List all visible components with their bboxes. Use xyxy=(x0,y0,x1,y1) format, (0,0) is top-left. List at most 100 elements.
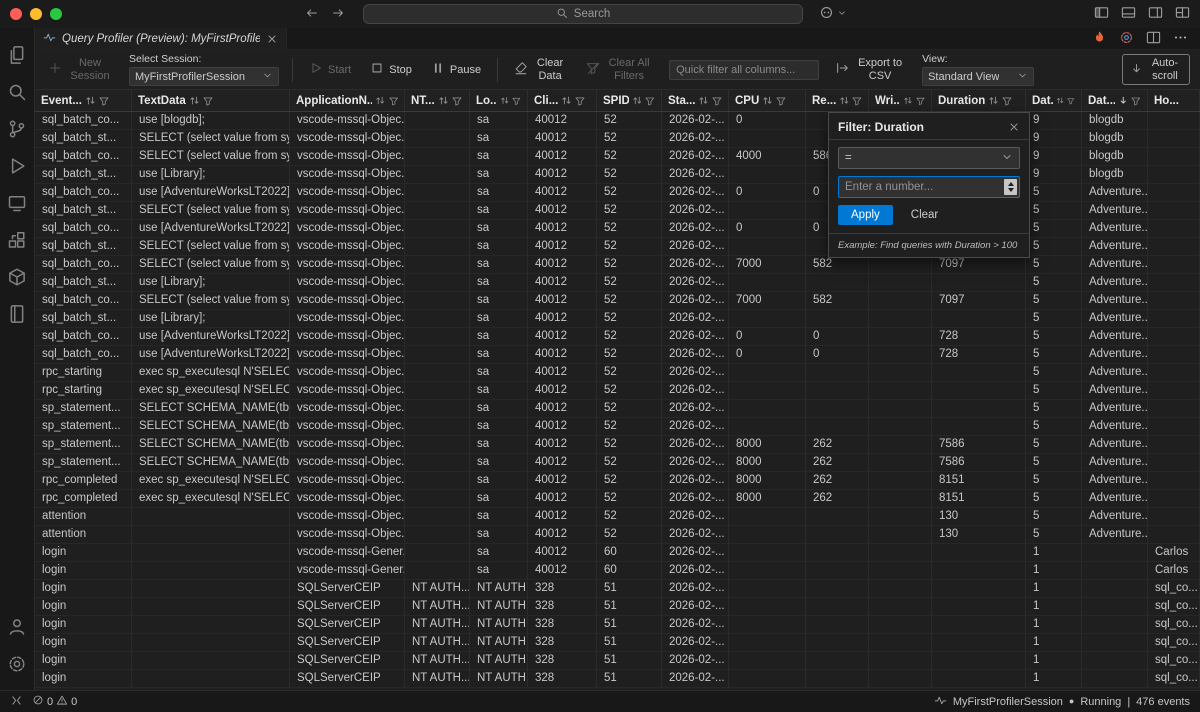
column-header-8[interactable]: CPU xyxy=(729,90,806,111)
stop-button[interactable]: Stop xyxy=(367,59,415,80)
table-row[interactable]: loginSQLServerCEIPNT AUTH...NT AUTH...32… xyxy=(35,652,1200,670)
view-select[interactable]: Standard View xyxy=(922,67,1034,86)
start-button[interactable]: Start xyxy=(306,59,354,80)
extension-gear-button[interactable] xyxy=(1119,30,1134,48)
tab-query-profiler[interactable]: Query Profiler (Preview): MyFirstProfile… xyxy=(35,28,287,49)
table-row[interactable]: loginSQLServerCEIPNT AUTH...NT AUTH...32… xyxy=(35,580,1200,598)
copilot-menu[interactable] xyxy=(819,5,847,23)
zoom-window-button[interactable] xyxy=(50,8,62,20)
filter-funnel-icon[interactable] xyxy=(1002,96,1012,106)
clear-button[interactable]: Clear xyxy=(903,205,946,225)
filter-funnel-icon[interactable] xyxy=(389,96,398,106)
number-spinner[interactable] xyxy=(1004,179,1017,195)
clear-all-filters-button[interactable]: Clear All Filters xyxy=(583,55,656,85)
problems-status[interactable]: 0 0 xyxy=(32,694,77,709)
remote-indicator[interactable] xyxy=(10,694,23,710)
export-csv-button[interactable]: Export to CSV xyxy=(832,55,909,85)
quick-filter-input[interactable] xyxy=(669,60,819,80)
table-row[interactable]: sp_statement...SELECT SCHEMA_NAME(tbl.sc… xyxy=(35,418,1200,436)
filter-value-input[interactable] xyxy=(839,181,1002,193)
column-header-5[interactable]: Cli... xyxy=(528,90,597,111)
table-row[interactable]: sql_batch_co...use [AdventureWorksLT2022… xyxy=(35,328,1200,346)
search-button[interactable] xyxy=(0,75,35,112)
toggle-primary-sidebar-button[interactable] xyxy=(1094,5,1109,23)
table-row[interactable]: loginSQLServerCEIPNT AUTH...NT AUTH...32… xyxy=(35,634,1200,652)
table-row[interactable]: loginSQLServerCEIPNT AUTH...NT AUTH...32… xyxy=(35,616,1200,634)
table-row[interactable]: sql_batch_st...use [Library];vscode-mssq… xyxy=(35,274,1200,292)
filter-funnel-icon[interactable] xyxy=(852,96,862,106)
table-row[interactable]: loginSQLServerCEIPNT AUTH...NT AUTH...32… xyxy=(35,598,1200,616)
notebooks-button[interactable] xyxy=(0,297,35,334)
customize-layout-button[interactable] xyxy=(1175,5,1190,23)
table-row[interactable]: sp_statement...SELECT SCHEMA_NAME(tbl.sc… xyxy=(35,454,1200,472)
filter-funnel-icon[interactable] xyxy=(712,96,722,106)
column-header-12[interactable]: Dat... xyxy=(1026,90,1082,111)
table-row[interactable]: attentionvscode-mssql-Objec...sa40012522… xyxy=(35,508,1200,526)
table-row[interactable]: loginSQLServerCEIPNT AUTH...NT AUTH...32… xyxy=(35,670,1200,688)
session-select[interactable]: MyFirstProfilerSession xyxy=(129,67,279,86)
table-row[interactable]: sql_batch_co...SELECT (select value from… xyxy=(35,292,1200,310)
filter-funnel-icon[interactable] xyxy=(645,96,655,106)
settings-gear-button[interactable] xyxy=(0,647,35,684)
forward-icon[interactable] xyxy=(331,6,345,23)
table-row[interactable]: loginvscode-mssql-Gener...sa40012602026-… xyxy=(35,562,1200,580)
filter-funnel-icon[interactable] xyxy=(512,96,521,106)
table-row[interactable]: attentionvscode-mssql-Objec...sa40012522… xyxy=(35,526,1200,544)
column-header-6[interactable]: SPID xyxy=(597,90,662,111)
clear-data-button[interactable]: Clear Data xyxy=(511,55,570,85)
more-actions-button[interactable] xyxy=(1173,30,1188,48)
table-row[interactable]: rpc_startingexec sp_executesql N'SELECT … xyxy=(35,364,1200,382)
command-center-search[interactable]: Search xyxy=(363,4,803,24)
column-header-9[interactable]: Re... xyxy=(806,90,869,111)
filter-funnel-icon[interactable] xyxy=(776,96,786,106)
table-row[interactable]: sql_batch_co...SELECT (select value from… xyxy=(35,256,1200,274)
column-header-11[interactable]: Duration xyxy=(932,90,1026,111)
filter-funnel-icon[interactable] xyxy=(1067,96,1075,106)
database-projects-button[interactable] xyxy=(0,260,35,297)
apply-button[interactable]: Apply xyxy=(838,205,893,225)
toggle-panel-button[interactable] xyxy=(1121,5,1136,23)
remote-explorer-button[interactable] xyxy=(0,186,35,223)
account-button[interactable] xyxy=(0,610,35,647)
close-window-button[interactable] xyxy=(10,8,22,20)
filter-funnel-icon[interactable] xyxy=(452,96,462,106)
filter-funnel-icon[interactable] xyxy=(916,96,925,106)
back-icon[interactable] xyxy=(305,6,319,23)
filter-funnel-icon[interactable] xyxy=(203,96,213,106)
spinner-up-icon[interactable] xyxy=(1008,182,1014,186)
filter-funnel-icon[interactable] xyxy=(99,96,109,106)
column-header-14[interactable]: Ho... xyxy=(1148,90,1200,111)
column-header-0[interactable]: Event... xyxy=(35,90,132,111)
spinner-down-icon[interactable] xyxy=(1008,188,1014,192)
explorer-button[interactable] xyxy=(0,38,35,75)
close-icon[interactable] xyxy=(1008,121,1020,133)
run-debug-button[interactable] xyxy=(0,149,35,186)
source-control-button[interactable] xyxy=(0,112,35,149)
column-header-1[interactable]: TextData xyxy=(132,90,290,111)
minimize-window-button[interactable] xyxy=(30,8,42,20)
column-header-7[interactable]: Sta... xyxy=(662,90,729,111)
pause-button[interactable]: Pause xyxy=(428,59,484,80)
new-session-button[interactable]: New Session xyxy=(45,55,116,85)
table-row[interactable]: rpc_completedexec sp_executesql N'SELECT… xyxy=(35,490,1200,508)
extensions-button[interactable] xyxy=(0,223,35,260)
toggle-secondary-sidebar-button[interactable] xyxy=(1148,5,1163,23)
column-header-4[interactable]: Lo... xyxy=(470,90,528,111)
column-header-2[interactable]: ApplicationN... xyxy=(290,90,405,111)
close-tab-icon[interactable] xyxy=(266,33,278,45)
session-status[interactable]: MyFirstProfilerSession ● Running | 476 e… xyxy=(934,694,1190,710)
column-header-13[interactable]: Dat... xyxy=(1082,90,1148,111)
table-row[interactable]: loginvscode-mssql-Gener...sa40012602026-… xyxy=(35,544,1200,562)
operator-select[interactable]: = xyxy=(838,147,1020,169)
table-row[interactable]: rpc_startingexec sp_executesql N'SELECT … xyxy=(35,382,1200,400)
table-row[interactable]: rpc_completedexec sp_executesql N'SELECT… xyxy=(35,472,1200,490)
profiler-flame-button[interactable] xyxy=(1092,30,1107,48)
filter-funnel-icon[interactable] xyxy=(1131,96,1141,106)
table-row[interactable]: sql_batch_co...use [AdventureWorksLT2022… xyxy=(35,346,1200,364)
column-header-10[interactable]: Wri... xyxy=(869,90,932,111)
table-row[interactable]: sp_statement...SELECT SCHEMA_NAME(tbl.sc… xyxy=(35,400,1200,418)
table-row[interactable]: sql_batch_st...use [Library];vscode-mssq… xyxy=(35,310,1200,328)
table-row[interactable]: sp_statement...SELECT SCHEMA_NAME(tbl.sc… xyxy=(35,436,1200,454)
split-editor-button[interactable] xyxy=(1146,30,1161,48)
auto-scroll-button[interactable]: Auto-scroll xyxy=(1122,54,1190,86)
